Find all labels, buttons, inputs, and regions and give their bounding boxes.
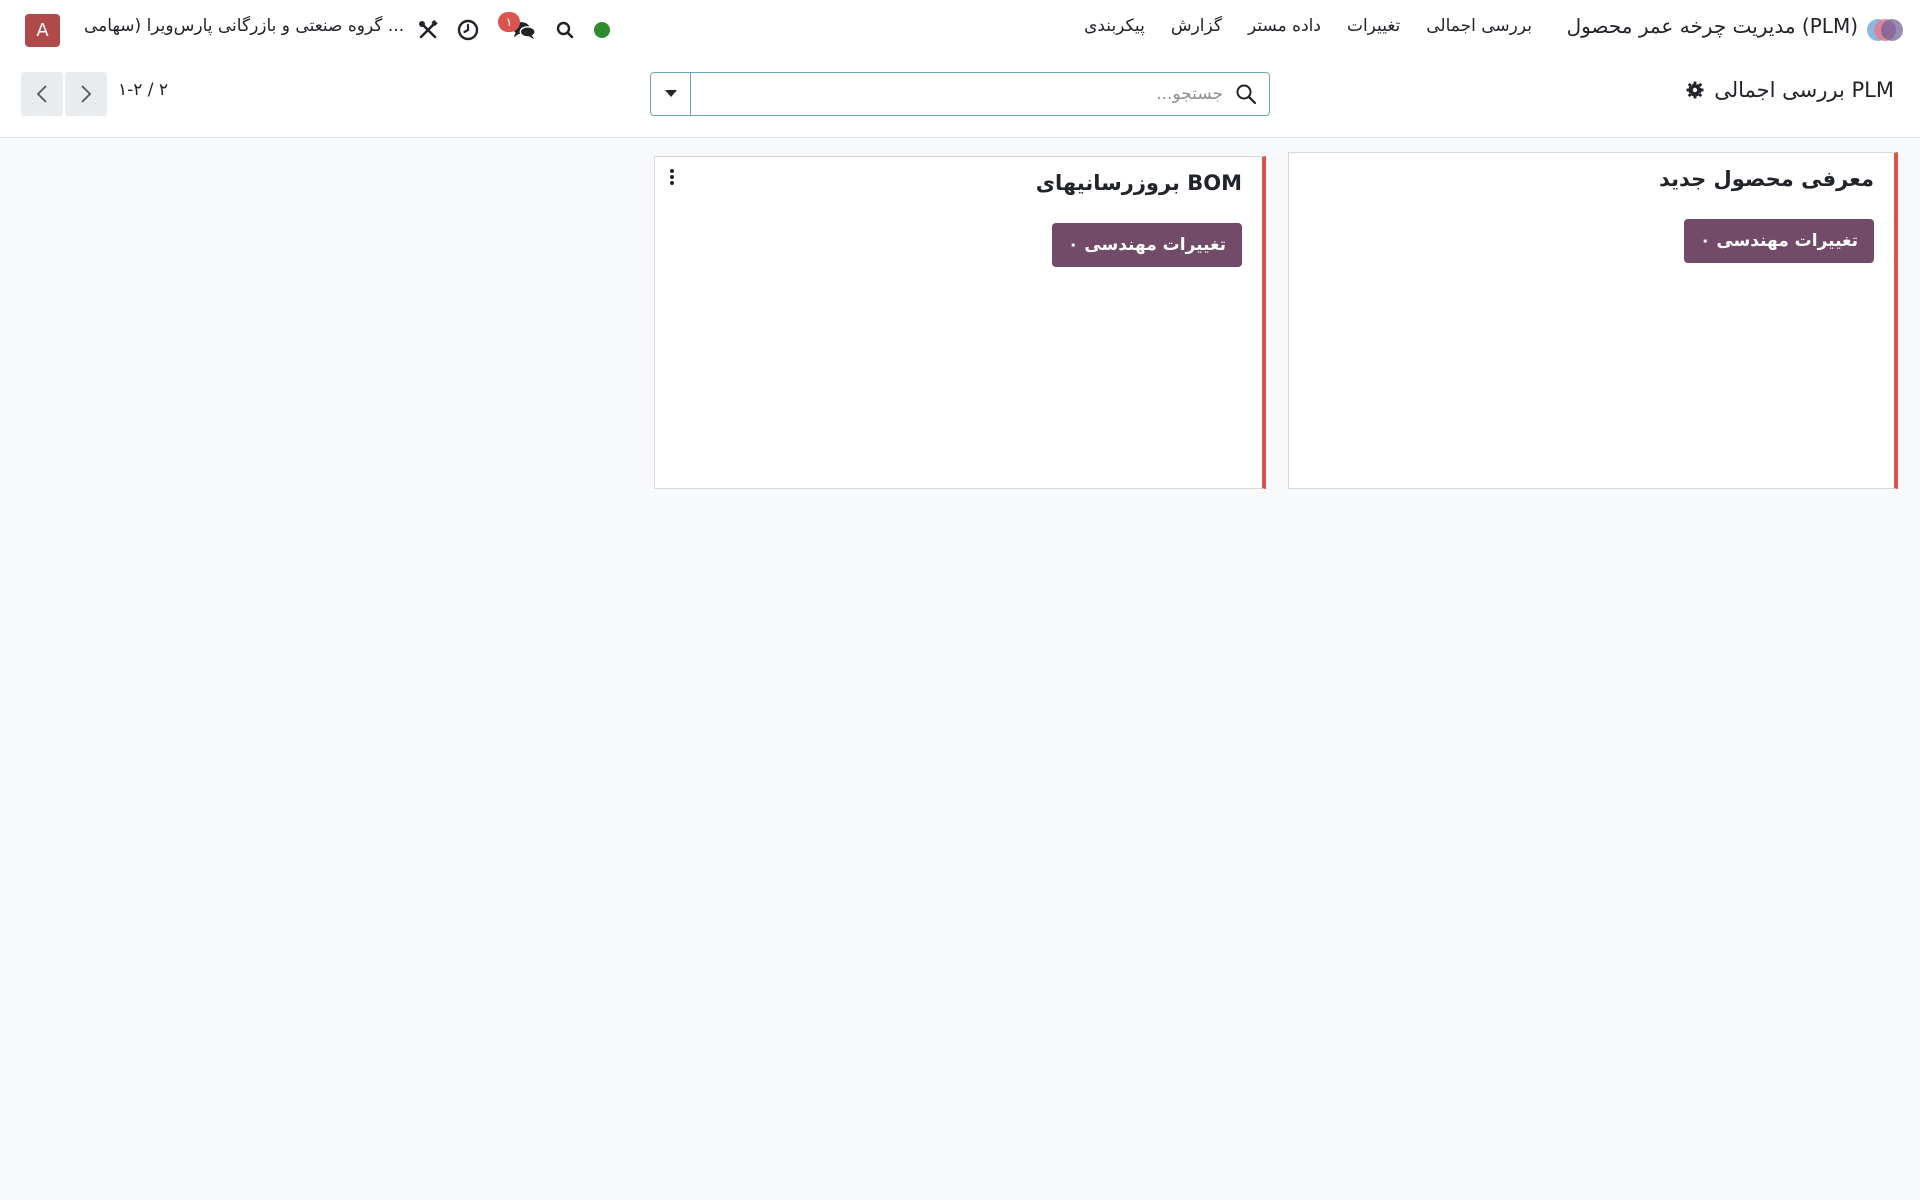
- search-bar: [650, 72, 1270, 116]
- presence-status-icon[interactable]: [594, 22, 610, 38]
- kanban-card-bom-updates[interactable]: بروزرسانیهای BOM ۰ تغییرات مهندسی: [654, 156, 1266, 489]
- messages-count-badge: ۱: [498, 12, 520, 32]
- app-name[interactable]: مدیریت چرخه عمر محصول (PLM): [1567, 14, 1858, 38]
- breadcrumb: بررسی اجمالی PLM: [1686, 78, 1894, 102]
- gear-icon[interactable]: [1686, 81, 1704, 99]
- engineering-changes-button[interactable]: ۰ تغییرات مهندسی: [1052, 223, 1242, 267]
- pager-value[interactable]: ۱-۲ / ۲: [118, 80, 168, 100]
- caret-down-icon: [664, 90, 677, 97]
- menu-item-configuration[interactable]: پیکربندی: [1084, 16, 1145, 36]
- plm-app-logo-icon[interactable]: [1866, 16, 1904, 44]
- main-navbar: مدیریت چرخه عمر محصول (PLM) بررسی اجمالی…: [0, 0, 1920, 58]
- main-menu: بررسی اجمالی تغییرات داده مستر گزارش پیک…: [1084, 16, 1532, 36]
- card-dropdown-menu-icon[interactable]: [667, 167, 677, 187]
- user-avatar[interactable]: A: [25, 14, 60, 47]
- search-icon[interactable]: [553, 18, 577, 42]
- menu-item-master-data[interactable]: داده مستر: [1248, 16, 1321, 36]
- tools-icon[interactable]: [416, 18, 440, 42]
- control-panel: بررسی اجمالی PLM جستجو... ۱-۲ / ۲: [0, 58, 1920, 138]
- search-icon[interactable]: [1235, 83, 1257, 105]
- engineering-changes-button[interactable]: ۰ تغییرات مهندسی: [1684, 219, 1874, 263]
- chevron-left-icon: [36, 85, 47, 103]
- menu-item-reporting[interactable]: گزارش: [1171, 16, 1222, 36]
- kanban-card-new-product[interactable]: معرفی محصول جدید ۰ تغییرات مهندسی: [1288, 152, 1898, 489]
- menu-item-changes[interactable]: تغییرات: [1347, 16, 1400, 36]
- search-input[interactable]: [695, 73, 1225, 115]
- card-title[interactable]: بروزرسانیهای BOM: [1036, 171, 1242, 195]
- menu-item-overview[interactable]: بررسی اجمالی: [1426, 16, 1532, 36]
- search-options-toggle[interactable]: [651, 73, 691, 115]
- company-switcher[interactable]: گروه صنعتی و بازرگانی پارس‌ویرا (سهامی .…: [84, 16, 404, 36]
- activity-clock-icon[interactable]: [456, 18, 480, 42]
- chevron-right-icon: [81, 85, 92, 103]
- page-title: بررسی اجمالی PLM: [1714, 78, 1894, 102]
- pager-next-button[interactable]: [65, 72, 107, 116]
- pager-previous-button[interactable]: [21, 72, 63, 116]
- card-title[interactable]: معرفی محصول جدید: [1659, 167, 1874, 191]
